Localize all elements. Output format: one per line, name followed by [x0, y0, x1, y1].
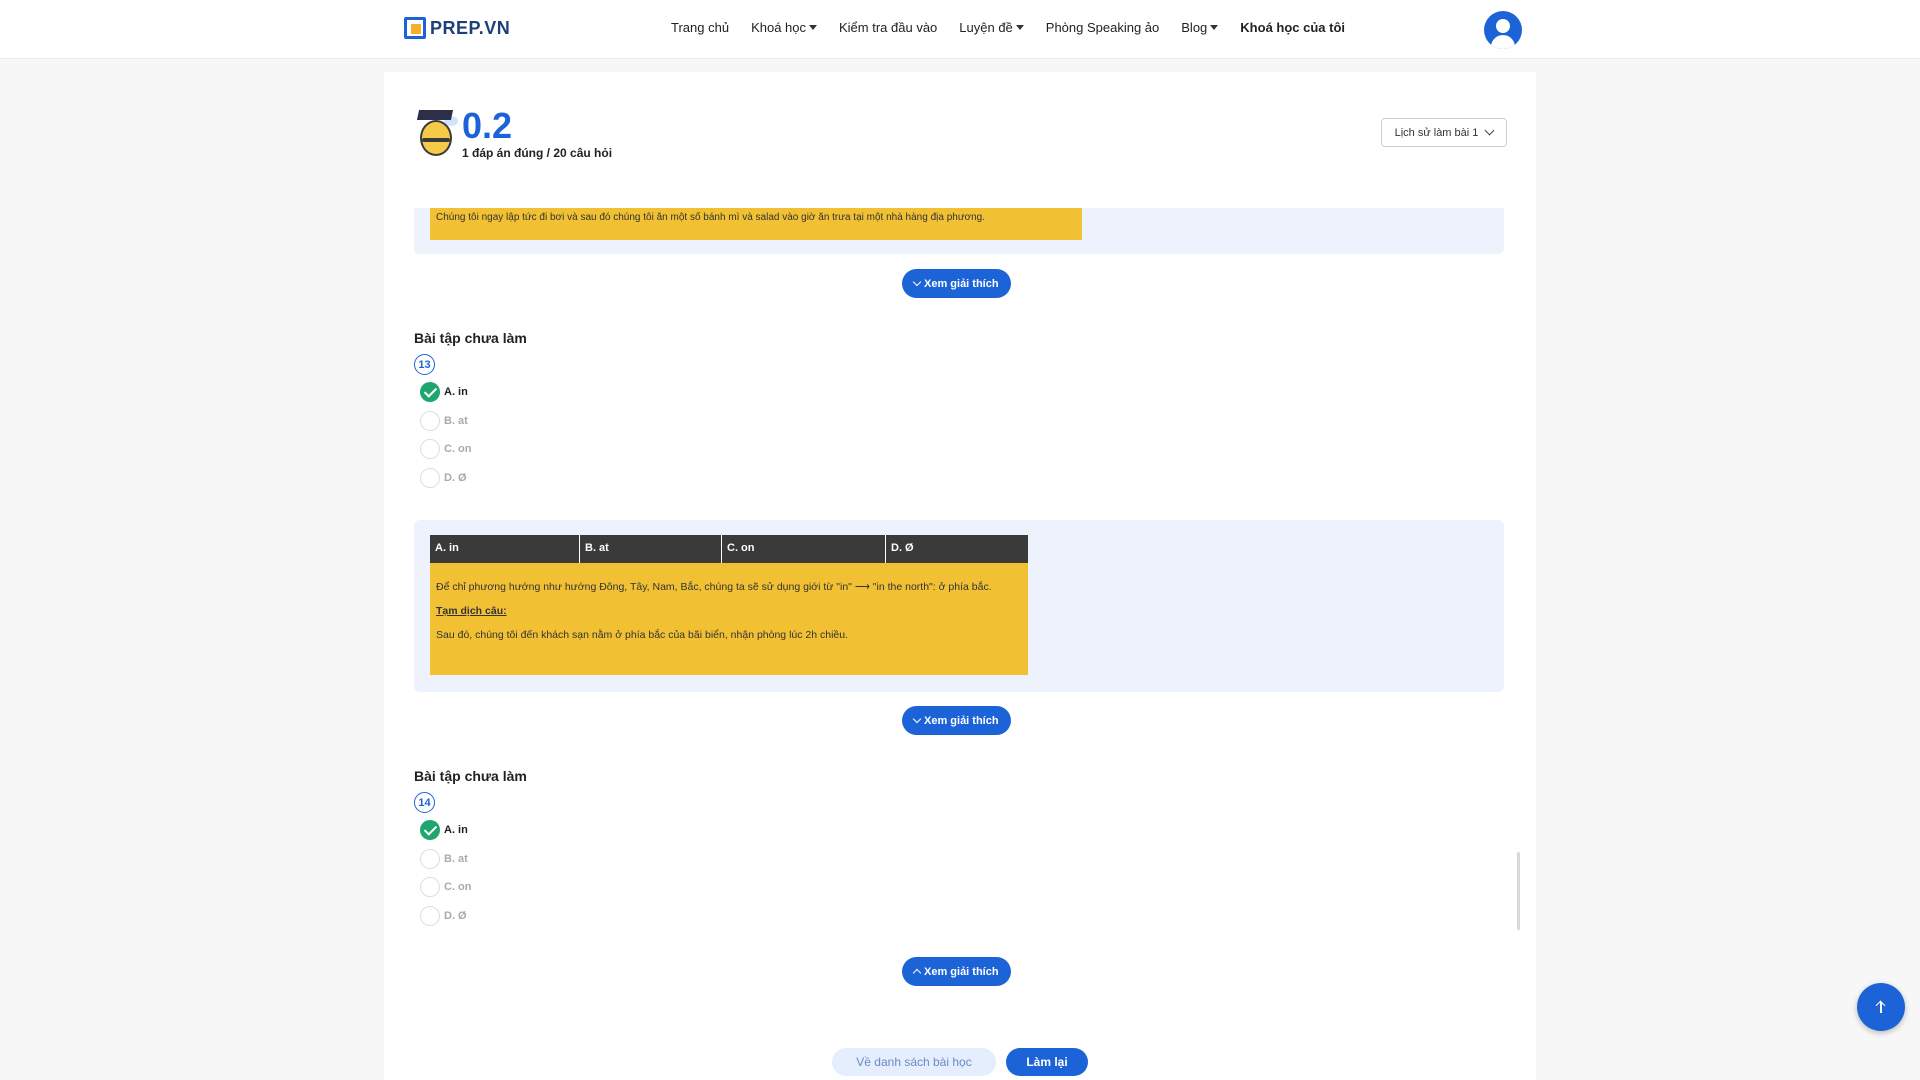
nav-menu: Trang chủ Khoá học Kiểm tra đầu vào Luyệ… [671, 20, 1367, 35]
option-label: C. on [444, 443, 472, 455]
answer-option[interactable]: B. at [420, 848, 472, 869]
scroll-to-top-button[interactable] [1857, 983, 1905, 1031]
button-label: Xem giải thích [924, 277, 999, 290]
radio-icon [420, 905, 440, 926]
score-summary: 0.2 1 đáp án đúng / 20 câu hỏi [414, 106, 612, 162]
user-avatar-icon[interactable] [1484, 11, 1522, 49]
answer-options: A. in B. at C. on D. Ø [420, 382, 472, 496]
column-header: D. Ø [891, 542, 914, 554]
caret-down-icon [809, 25, 817, 30]
result-panel: 0.2 1 đáp án đúng / 20 câu hỏi Lịch sử l… [384, 72, 1536, 1080]
radio-icon [420, 467, 440, 488]
answer-option[interactable]: A. in [420, 382, 472, 402]
radio-icon [420, 877, 440, 897]
nav-label: Phòng Speaking ảo [1045, 20, 1160, 35]
chevron-down-icon [912, 714, 922, 724]
option-label: D. Ø [444, 471, 467, 484]
caret-down-icon [1015, 25, 1024, 30]
question-number-badge[interactable]: 13 [414, 354, 435, 375]
column-header: A. in [430, 535, 580, 563]
logo[interactable]: PREP.VN [404, 17, 510, 39]
answer-option[interactable]: B. at [420, 410, 472, 431]
score-detail: 1 đáp án đúng / 20 câu hỏi [462, 146, 613, 160]
view-explanation-button[interactable]: Xem giải thích [902, 269, 1011, 298]
answer-option[interactable]: D. Ø [420, 467, 472, 488]
scrollbar-thumb[interactable] [1517, 852, 1520, 930]
nav-label: Luyện đề [959, 20, 1013, 35]
nav-label: Khoá học của tôi [1240, 20, 1346, 35]
explanation-table: A. in B. at C. on D. Ø Để chỉ phương hướ… [430, 535, 1028, 675]
score-value: 0.2 [462, 105, 513, 146]
nav-label: Khoá học [751, 20, 806, 35]
question-status-heading: Bài tập chưa làm [414, 330, 527, 346]
question-status-heading: Bài tập chưa làm [414, 768, 527, 784]
answer-options: A. in B. at C. on D. Ø [420, 820, 472, 934]
question-number-badge[interactable]: 14 [414, 792, 435, 813]
answer-option[interactable]: D. Ø [420, 905, 472, 926]
nav-item-blog[interactable]: Blog [1181, 20, 1219, 35]
check-circle-icon [420, 382, 440, 402]
nav-item-home[interactable]: Trang chủ [671, 20, 729, 35]
retry-button[interactable]: Làm lại [1006, 1048, 1088, 1076]
check-circle-icon [420, 820, 440, 840]
history-dropdown[interactable]: Lịch sử làm bài 1 [1381, 118, 1507, 147]
chevron-down-icon [1484, 125, 1495, 136]
caret-down-icon [1210, 25, 1219, 30]
nav-item-my-courses[interactable]: Khoá học của tôi [1240, 20, 1345, 35]
nav-item-practice-tests[interactable]: Luyện đề [959, 20, 1024, 35]
bottom-actions: Về danh sách bài học Làm lại [384, 1042, 1536, 1080]
answer-option[interactable]: C. on [420, 439, 472, 459]
button-label: Xem giải thích [924, 965, 999, 978]
explanation-translation: Sau đó, chúng tôi đến khách sạn nằm ở ph… [436, 629, 849, 641]
option-label: A. in [444, 386, 468, 398]
chevron-down-icon [912, 277, 922, 287]
option-label: B. at [444, 852, 468, 865]
nav-label: Blog [1181, 20, 1208, 35]
column-header: B. at [580, 535, 722, 563]
logo-text: PREP.VN [430, 17, 511, 38]
option-label: A. in [444, 824, 468, 836]
answer-option[interactable]: A. in [420, 820, 472, 840]
history-label: Lịch sử làm bài 1 [1394, 126, 1479, 139]
explanation-rule: Để chỉ phương hướng như hướng Đông, Tây,… [436, 581, 992, 593]
radio-icon [420, 410, 440, 431]
answer-option[interactable]: C. on [420, 877, 472, 897]
logo-icon [404, 17, 426, 39]
column-header: C. on [722, 535, 886, 563]
explanation-table-header: A. in B. at C. on D. Ø [430, 535, 1028, 563]
arrow-up-icon [1875, 1000, 1887, 1014]
nav-item-placement-test[interactable]: Kiểm tra đầu vào [839, 20, 937, 35]
nav-label: Trang chủ [671, 20, 730, 35]
view-explanation-button[interactable]: Xem giải thích [902, 706, 1011, 735]
explanation-box: A. in B. at C. on D. Ø Để chỉ phương hướ… [414, 520, 1504, 692]
chevron-up-icon [912, 968, 922, 978]
radio-icon [420, 439, 440, 459]
translation-label: Tạm dịch câu: [436, 605, 507, 617]
radio-icon [420, 848, 440, 869]
nav-item-speaking-room[interactable]: Phòng Speaking ảo [1046, 20, 1159, 35]
view-explanation-button[interactable]: Xem giải thích [902, 957, 1011, 986]
explanation-translation: Chúng tôi ngay lập tức đi bơi và sau đó … [430, 208, 1082, 240]
option-label: C. on [444, 881, 472, 893]
nav-item-courses[interactable]: Khoá học [751, 20, 817, 35]
bee-mascot-icon [414, 106, 458, 162]
button-label: Xem giải thích [924, 714, 999, 727]
option-label: D. Ø [444, 909, 467, 922]
back-to-lessons-button[interactable]: Về danh sách bài học [832, 1048, 996, 1076]
explanation-box-prev: Chúng tôi ngay lập tức đi bơi và sau đó … [414, 208, 1504, 254]
explanation-content: Để chỉ phương hướng như hướng Đông, Tây,… [430, 563, 1028, 675]
nav-label: Kiểm tra đầu vào [839, 20, 938, 35]
top-navbar: PREP.VN Trang chủ Khoá học Kiểm tra đầu … [0, 0, 1920, 59]
option-label: B. at [444, 414, 468, 427]
